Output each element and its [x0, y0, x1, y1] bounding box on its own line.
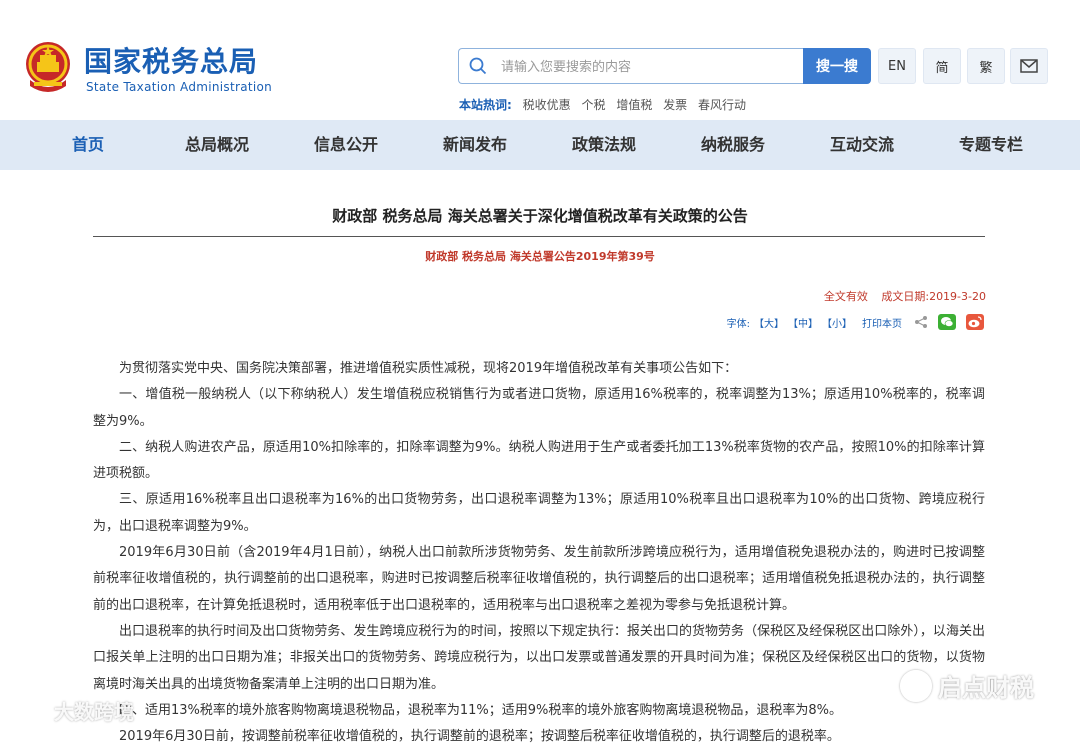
- article-paragraph: 二、纳税人购进农产品，原适用10%扣除率的，扣除率调整为9%。纳税人购进用于生产…: [93, 439, 985, 482]
- print-button[interactable]: 打印本页: [862, 315, 902, 330]
- hot-words: 本站热词: 税收优惠 个税 增值税 发票 春风行动: [459, 96, 746, 113]
- mail-icon: [1020, 59, 1038, 73]
- watermark-right: 启点财税: [900, 668, 1034, 703]
- article-tools: 字体: 【大】 【中】 【小】 打印本页: [727, 312, 984, 332]
- hot-word-link[interactable]: 税收优惠: [523, 98, 571, 112]
- main-nav: 首页 总局概况 信息公开 新闻发布 政策法规 纳税服务 互动交流 专题专栏: [0, 120, 1080, 170]
- article-paragraph: 一、增值税一般纳税人（以下称纳税人）发生增值税应税销售行为或者进口货物，原适用1…: [93, 387, 985, 429]
- site-header: 国家税务总局 State Taxation Administration 搜一搜…: [0, 0, 1080, 120]
- search-box: [458, 48, 804, 85]
- site-name-en[interactable]: State Taxation Administration: [86, 80, 272, 94]
- nav-tax-service[interactable]: 纳税服务: [678, 120, 788, 170]
- issue-date: 成文日期:2019-3-20: [881, 290, 986, 303]
- article-body: 为贯彻落实党中央、国务院决策部署，推进增值税实质性减税，现将2019年增值税改革…: [93, 356, 985, 750]
- font-size-label: 字体:: [726, 318, 750, 330]
- document-number: 财政部 税务总局 海关总署公告2019年第39号: [425, 250, 655, 263]
- nav-news[interactable]: 新闻发布: [420, 120, 530, 170]
- watermark-left: 大数跨境: [10, 696, 134, 725]
- search-icon: [469, 57, 487, 75]
- nav-about[interactable]: 总局概况: [162, 120, 272, 170]
- national-emblem-icon[interactable]: [22, 40, 74, 96]
- hot-word-link[interactable]: 增值税: [616, 98, 652, 112]
- title-divider: [93, 236, 985, 237]
- search-button[interactable]: 搜一搜: [803, 48, 871, 84]
- wechat-share-icon[interactable]: [938, 314, 956, 330]
- article-paragraph: 出口退税率的执行时间及出口货物劳务、发生跨境应税行为的时间，按照以下规定执行：报…: [93, 623, 985, 692]
- article-paragraph: 为贯彻落实党中央、国务院决策部署，推进增值税实质性减税，现将2019年增值税改革…: [119, 361, 738, 376]
- share-icon[interactable]: [914, 315, 928, 329]
- nav-special-topics[interactable]: 专题专栏: [936, 120, 1046, 170]
- font-small-button[interactable]: 【小】: [822, 315, 852, 330]
- article-paragraph: 四、适用13%税率的境外旅客购物离境退税物品，退税率为11%；适用9%税率的境外…: [119, 702, 843, 718]
- watermark-logo-icon: [10, 701, 48, 720]
- validity-status: 全文有效: [823, 290, 868, 303]
- hot-word-link[interactable]: 春风行动: [698, 98, 746, 112]
- lang-simplified-button[interactable]: 简: [923, 48, 961, 84]
- lang-traditional-button[interactable]: 繁: [967, 48, 1005, 84]
- watermark-wechat-icon: [900, 669, 932, 702]
- article-paragraph: 2019年6月30日前，按调整前税率征收增值税的，执行调整前的退税率；按调整后税…: [119, 729, 840, 745]
- article-paragraph: 2019年6月30日前（含2019年4月1日前），纳税人出口前款所涉货物劳务、发…: [93, 545, 985, 613]
- nav-home[interactable]: 首页: [33, 120, 143, 170]
- lang-en-button[interactable]: EN: [878, 48, 916, 84]
- nav-interaction[interactable]: 互动交流: [807, 120, 917, 170]
- mail-button[interactable]: [1010, 48, 1048, 84]
- article-paragraph: 三、原适用16%税率且出口退税率为16%的出口货物劳务，出口退税率调整为13%；…: [93, 492, 985, 534]
- font-medium-button[interactable]: 【中】: [788, 315, 818, 330]
- article-title: 财政部 税务总局 海关总署关于深化增值税改革有关政策的公告: [332, 207, 748, 225]
- nav-info-disclosure[interactable]: 信息公开: [291, 120, 401, 170]
- search-input[interactable]: [499, 49, 793, 85]
- site-name-cn[interactable]: 国家税务总局: [84, 44, 258, 80]
- weibo-share-icon[interactable]: [966, 314, 984, 330]
- article-meta: 全文有效 成文日期:2019-3-20: [814, 288, 986, 304]
- hot-word-link[interactable]: 发票: [663, 98, 687, 112]
- watermark-right-text: 启点财税: [938, 674, 1034, 702]
- nav-policy[interactable]: 政策法规: [549, 120, 659, 170]
- hot-words-label: 本站热词:: [459, 98, 512, 112]
- font-large-button[interactable]: 【大】: [754, 315, 784, 330]
- hot-word-link[interactable]: 个税: [581, 98, 605, 112]
- watermark-left-text: 大数跨境: [54, 700, 134, 724]
